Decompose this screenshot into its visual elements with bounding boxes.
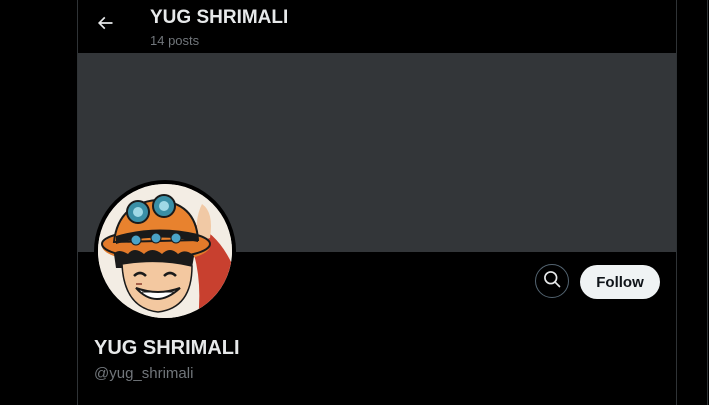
avatar-image [98, 184, 232, 318]
arrow-left-icon [95, 13, 115, 38]
follow-button[interactable]: Follow [580, 265, 660, 299]
page: YUG SHRIMALI 14 posts Follow YUG SHRIMAL… [0, 0, 709, 405]
avatar[interactable] [94, 180, 236, 322]
search-posts-button[interactable] [535, 264, 569, 298]
posts-count: 14 posts [150, 33, 200, 48]
header-title: YUG SHRIMALI [150, 7, 289, 28]
profile-header: YUG SHRIMALI 14 posts [78, 0, 676, 53]
profile-column: YUG SHRIMALI 14 posts Follow YUG SHRIMAL… [77, 0, 677, 405]
user-handle: @yug_shrimali [94, 365, 194, 382]
display-name: YUG SHRIMALI [94, 337, 240, 359]
search-icon [542, 269, 562, 294]
back-button[interactable] [88, 8, 122, 42]
right-divider [707, 0, 708, 405]
